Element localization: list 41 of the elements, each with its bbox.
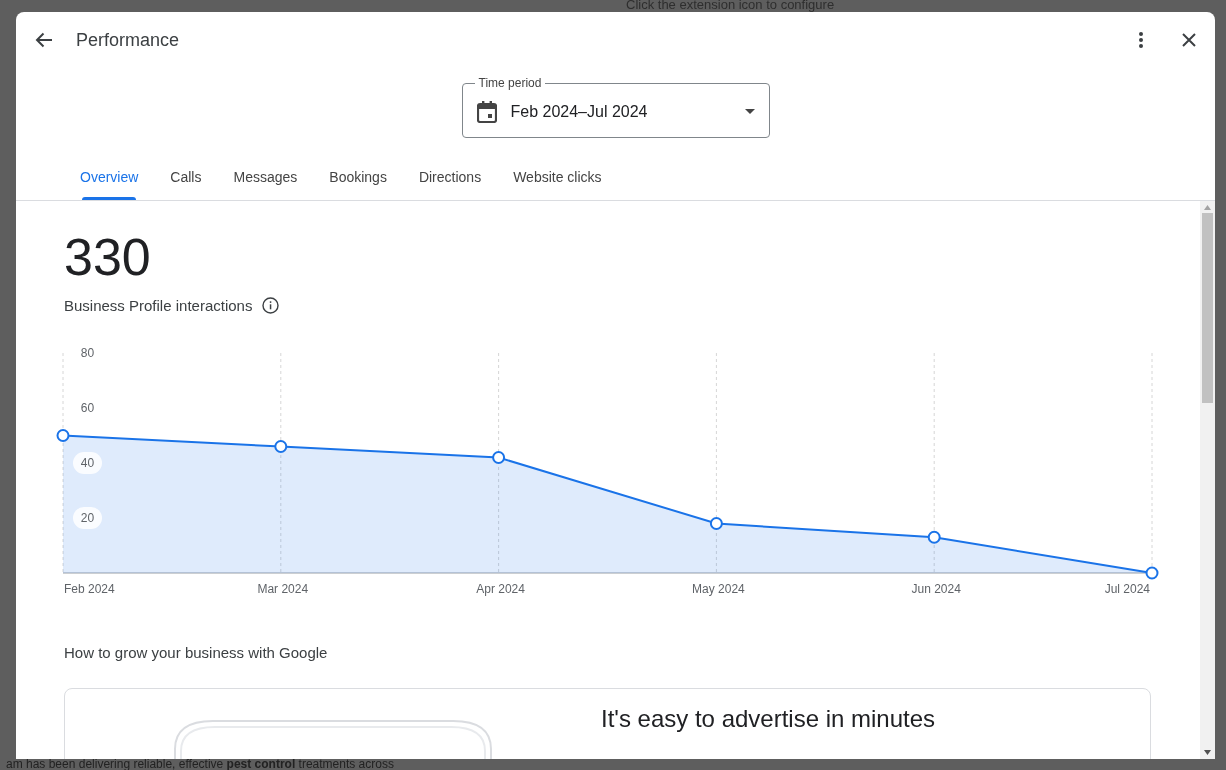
y-tick-label: 20: [80, 511, 95, 525]
y-tick-label: 80: [80, 346, 95, 360]
more-icon: [1139, 32, 1143, 48]
y-tick-label: 80: [73, 342, 102, 364]
page-text: am has been delivering reliable, effective pest control treatments across: [6, 759, 394, 770]
data-point[interactable]: [1145, 566, 1159, 580]
tab[interactable]: Overview: [64, 154, 155, 200]
total-interactions: 330: [64, 229, 152, 285]
tab[interactable]: Bookings: [313, 154, 403, 200]
scroll-down-icon[interactable]: [1204, 750, 1211, 755]
tab[interactable]: Website clicks: [497, 154, 618, 200]
data-point[interactable]: [927, 530, 941, 544]
time-period-field[interactable]: Time period Feb 2024–Jul 2024: [461, 76, 770, 138]
y-tick-label: 20: [73, 507, 102, 529]
dialog-title: Performance: [76, 29, 181, 51]
data-point[interactable]: [274, 440, 288, 453]
data-point[interactable]: [709, 517, 723, 530]
dropdown-caret-icon: [744, 109, 755, 114]
x-tick-label: Mar 2024: [257, 582, 309, 596]
x-tick-label: Jun 2024: [911, 582, 961, 596]
y-tick-label: 60: [73, 397, 102, 419]
x-tick-label: May 2024: [692, 582, 745, 596]
x-tick-label: Jul 2024: [1104, 582, 1150, 596]
metric-label: Business Profile interactions: [64, 297, 253, 314]
y-tick-label: 60: [80, 401, 95, 415]
section-title: How to grow your business with Google: [64, 644, 329, 661]
info-icon[interactable]: [262, 297, 280, 314]
scrollbar[interactable]: [1200, 201, 1215, 759]
tab[interactable]: Messages: [217, 154, 314, 200]
promo-headline: It's easy to advertise in minutes: [601, 705, 936, 733]
x-tick-label: Feb 2024: [64, 582, 115, 596]
tab[interactable]: Calls: [154, 154, 218, 200]
back-arrow-icon: [35, 32, 53, 48]
y-tick-label: 40: [73, 452, 102, 474]
data-point[interactable]: [56, 429, 70, 442]
y-tick-label: 40: [80, 456, 95, 470]
calendar-icon: [476, 100, 497, 123]
tab[interactable]: Directions: [402, 154, 498, 200]
data-point[interactable]: [492, 451, 506, 464]
close-icon: [1182, 33, 1196, 47]
x-tick-label: Apr 2024: [476, 582, 525, 596]
